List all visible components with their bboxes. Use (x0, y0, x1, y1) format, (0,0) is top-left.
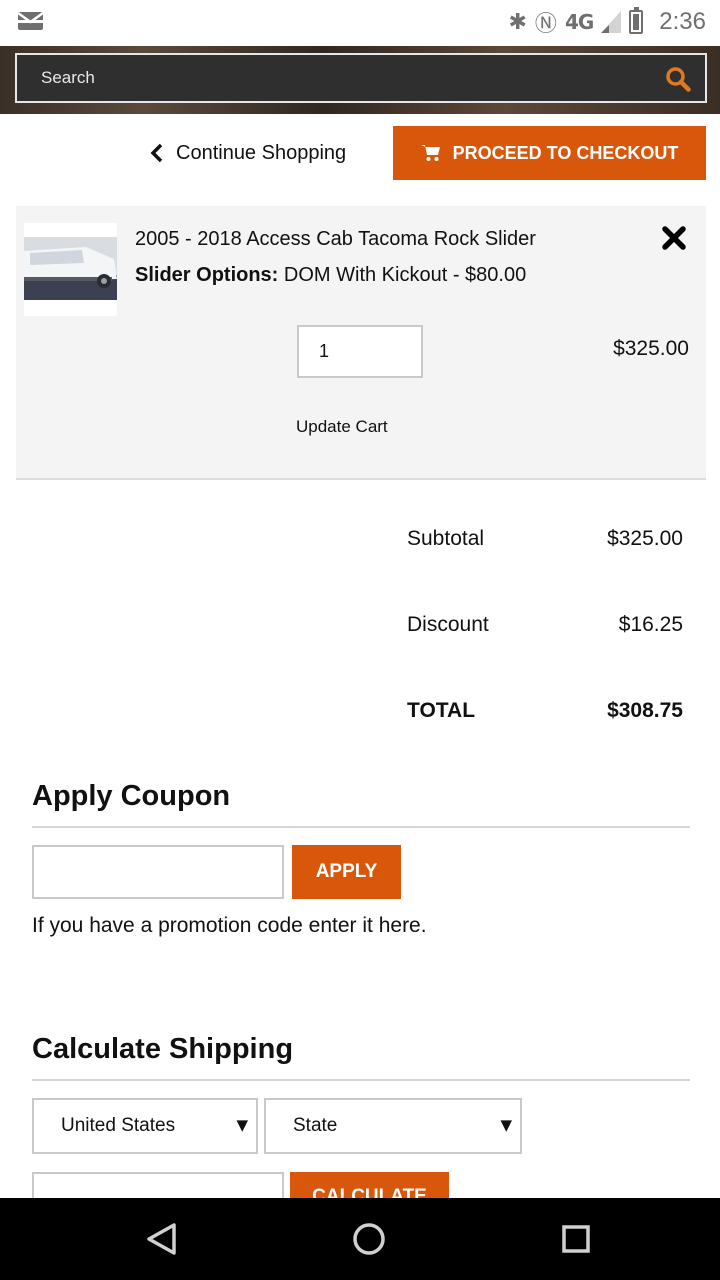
apply-coupon-heading: Apply Coupon (32, 780, 231, 812)
item-price: $325.00 (613, 337, 689, 360)
site-header (0, 46, 720, 114)
coupon-code-input[interactable] (32, 845, 284, 899)
continue-shopping-label: Continue Shopping (176, 141, 347, 164)
checkout-label: PROCEED TO CHECKOUT (452, 142, 679, 163)
subtotal-value: $325.00 (607, 527, 683, 550)
item-option: Slider Options: DOM With Kickout - $80.0… (135, 264, 526, 287)
quantity-input[interactable] (297, 325, 423, 378)
apply-coupon-button[interactable]: APPLY (292, 845, 401, 899)
search-bar (15, 53, 707, 103)
product-image (24, 237, 117, 300)
state-select[interactable]: State ▼ (264, 1098, 522, 1154)
home-icon[interactable] (342, 1212, 396, 1266)
search-input[interactable] (17, 55, 637, 101)
battery-icon (629, 7, 644, 34)
proceed-to-checkout-button[interactable]: PROCEED TO CHECKOUT (393, 126, 706, 180)
coupon-hint: If you have a promotion code enter it he… (32, 914, 427, 937)
lte-icon: 4G (564, 10, 594, 34)
item-option-label: Slider Options: (135, 264, 279, 286)
discount-value: $16.25 (618, 613, 683, 636)
cart-icon (420, 145, 440, 161)
dropdown-arrow-icon: ▼ (500, 1116, 512, 1134)
recent-apps-icon[interactable] (549, 1212, 603, 1266)
mail-icon (18, 12, 43, 30)
item-name[interactable]: 2005 - 2018 Access Cab Tacoma Rock Slide… (135, 228, 536, 251)
search-icon[interactable] (665, 66, 691, 92)
navigation-bar (0, 1198, 720, 1280)
dropdown-arrow-icon: ▼ (236, 1116, 248, 1134)
close-icon[interactable] (660, 224, 688, 252)
clock: 2:36 (659, 8, 706, 35)
total-label: TOTAL (407, 699, 476, 722)
country-select-value: United States (61, 1115, 176, 1136)
nfc-icon: Ⓝ (534, 12, 557, 37)
update-cart-button[interactable]: Update Cart (296, 417, 388, 437)
total-value: $308.75 (607, 699, 683, 722)
product-thumbnail[interactable] (24, 223, 117, 316)
country-select[interactable]: United States ▼ (32, 1098, 258, 1154)
subtotal-label: Subtotal (407, 527, 485, 550)
item-option-value: DOM With Kickout - $80.00 (283, 264, 527, 286)
continue-shopping-link[interactable]: Continue Shopping (150, 126, 346, 180)
status-bar: ✱ Ⓝ 4G 2:36 (0, 0, 720, 46)
bluetooth-icon: ✱ (508, 9, 527, 35)
calculate-shipping-heading: Calculate Shipping (32, 1033, 294, 1065)
cart-item: 2005 - 2018 Access Cab Tacoma Rock Slide… (16, 206, 706, 480)
state-select-value: State (293, 1115, 338, 1136)
divider (32, 1079, 690, 1081)
chevron-left-icon (150, 143, 163, 163)
divider (32, 826, 690, 828)
signal-icon (601, 11, 622, 33)
discount-label: Discount (407, 613, 489, 636)
back-icon[interactable] (134, 1212, 188, 1266)
